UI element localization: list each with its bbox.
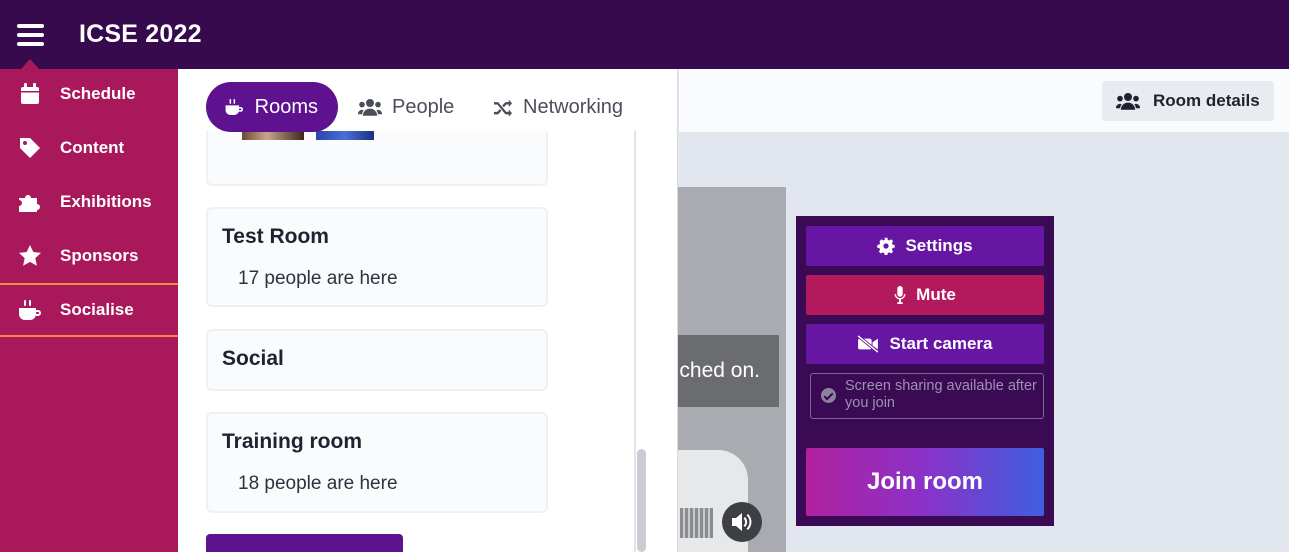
top-bar: ICSE 2022 <box>0 0 1289 69</box>
scrollbar-track[interactable] <box>634 131 636 552</box>
users-icon <box>1116 93 1140 110</box>
screen-sharing-text: Screen sharing available after you join <box>845 378 1037 411</box>
check-circle-icon <box>821 388 836 403</box>
sidebar-item-label: Exhibitions <box>60 192 152 211</box>
hamburger-menu-icon[interactable] <box>17 24 44 46</box>
panel-tabs: Rooms People Networking <box>178 69 677 132</box>
tag-icon <box>0 136 60 160</box>
volume-button[interactable] <box>722 502 762 542</box>
puzzle-icon <box>0 190 60 214</box>
room-title: Social <box>222 347 284 370</box>
users-icon <box>358 99 382 116</box>
join-room-label: Join room <box>866 468 983 495</box>
microphone-icon <box>894 286 906 304</box>
video-toast-text: ched on. <box>679 359 760 382</box>
tab-label: Networking <box>523 95 624 118</box>
sidebar: Schedule Content Exhibitions Sponsors So… <box>0 69 178 552</box>
coffee-icon <box>225 99 244 115</box>
room-details-label: Room details <box>1153 91 1260 110</box>
sidebar-item-schedule[interactable]: Schedule <box>0 69 178 119</box>
join-room-button[interactable]: Join room <box>806 448 1044 516</box>
sidebar-item-label: Content <box>60 138 125 157</box>
mute-button[interactable]: Mute <box>806 275 1044 315</box>
app-title: ICSE 2022 <box>79 20 202 48</box>
gear-icon <box>877 237 896 255</box>
start-camera-label: Start camera <box>889 334 993 353</box>
audio-level-meter <box>680 508 713 538</box>
settings-button[interactable]: Settings <box>806 226 1044 266</box>
room-card-test-room[interactable]: Test Room 17 people are here <box>206 207 548 307</box>
sidebar-item-sponsors[interactable]: Sponsors <box>0 231 178 281</box>
mute-label: Mute <box>916 285 956 304</box>
video-toast: ched on. <box>678 335 779 407</box>
room-people-count: 17 people are here <box>238 268 398 289</box>
tab-label: People <box>392 95 455 118</box>
start-camera-button[interactable]: Start camera <box>806 324 1044 364</box>
screen-sharing-note: Screen sharing available after you join <box>810 373 1044 419</box>
sidebar-item-label: Socialise <box>60 300 134 319</box>
tab-label: Rooms <box>254 95 318 118</box>
room-title: Test Room <box>222 225 329 248</box>
create-room-button[interactable] <box>206 534 403 552</box>
room-list[interactable]: Test Room 17 people are here Social Trai… <box>178 131 638 552</box>
menu-caret <box>21 59 39 69</box>
shuffle-icon <box>494 99 512 116</box>
tab-networking[interactable]: Networking <box>493 82 623 132</box>
sidebar-item-content[interactable]: Content <box>0 123 178 173</box>
sidebar-item-socialise[interactable]: Socialise <box>0 283 178 337</box>
tab-people[interactable]: People <box>358 82 454 132</box>
avatar <box>316 131 374 140</box>
camera-off-icon <box>857 335 880 353</box>
room-card-social[interactable]: Social <box>206 329 548 391</box>
sidebar-item-label: Schedule <box>60 84 136 103</box>
calendar-icon <box>0 82 60 106</box>
sidebar-item-exhibitions[interactable]: Exhibitions <box>0 177 178 227</box>
room-card-previous[interactable] <box>206 131 548 186</box>
room-card-training-room[interactable]: Training room 18 people are here <box>206 412 548 513</box>
room-details-button[interactable]: Room details <box>1102 81 1274 121</box>
coffee-icon <box>0 298 60 322</box>
rooms-panel: Test Room 17 people are here Social Trai… <box>178 69 678 552</box>
volume-icon <box>732 513 752 531</box>
room-title: Training room <box>222 430 363 453</box>
tab-rooms[interactable]: Rooms <box>206 82 338 132</box>
avatar <box>242 131 304 140</box>
scrollbar-thumb[interactable] <box>637 449 646 552</box>
join-panel: Settings Mute Start camera Screen sharin… <box>796 216 1054 526</box>
room-people-count: 18 people are here <box>238 473 398 494</box>
star-icon <box>0 244 60 268</box>
settings-label: Settings <box>905 236 973 255</box>
sidebar-item-label: Sponsors <box>60 246 139 265</box>
